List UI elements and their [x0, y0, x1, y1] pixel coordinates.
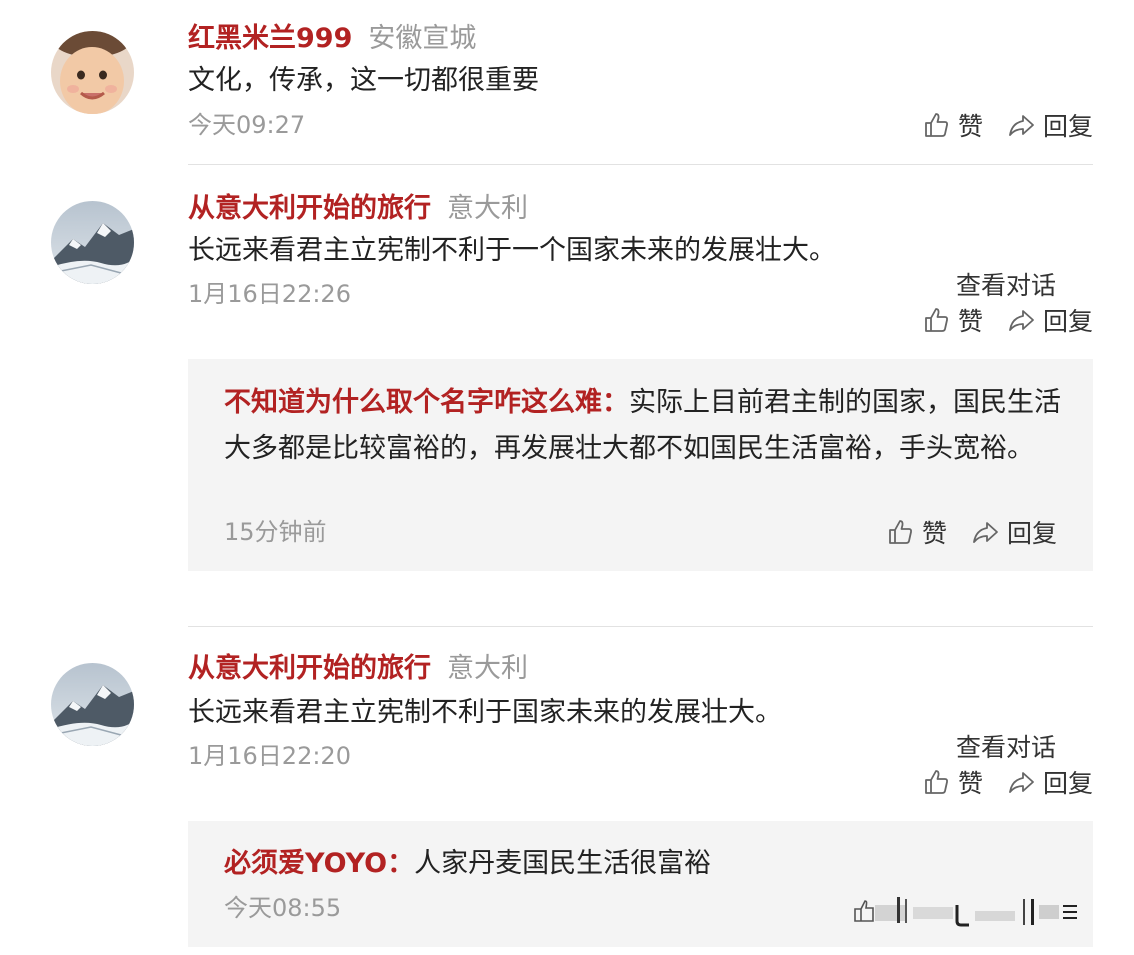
share-arrow-icon [971, 518, 999, 546]
reply-button[interactable]: 回复 [1007, 302, 1093, 338]
comment-time: 今天09:27 [188, 111, 306, 139]
divider [188, 164, 1093, 165]
reply-time: 今天08:55 [224, 894, 342, 922]
reply-actions: 赞 回复 [886, 515, 1057, 549]
like-label: 赞 [957, 307, 983, 336]
comment-actions: 赞 回复 [922, 108, 1093, 142]
like-button[interactable]: 赞 [922, 107, 983, 143]
share-arrow-icon [1007, 111, 1035, 139]
reply-label: 回复 [1042, 769, 1093, 798]
reply-author[interactable]: 不知道为什么取个名字咋这么难： [224, 387, 629, 418]
like-button[interactable]: 赞 [922, 764, 983, 800]
thumbs-up-icon [922, 306, 950, 334]
like-label: 赞 [957, 769, 983, 798]
divider [188, 626, 1093, 627]
avatar[interactable] [51, 31, 134, 114]
glitched-actions-icon [854, 897, 1077, 927]
comment-header: 红黑米兰999 安徽宣城 [188, 22, 476, 56]
like-button[interactable]: 赞 [886, 514, 947, 550]
comment-header: 从意大利开始的旅行 意大利 [188, 192, 528, 226]
reply-content: 必须爱YOYO：人家丹麦国民生活很富裕 [224, 841, 1064, 887]
comment-text: 文化，传承，这一切都很重要 [188, 65, 539, 96]
nested-reply: 不知道为什么取个名字咋这么难：实际上目前君主制的国家，国民生活大多都是比较富裕的… [188, 359, 1093, 571]
avatar[interactable] [51, 663, 134, 746]
nested-reply: 必须爱YOYO：人家丹麦国民生活很富裕 今天08:55 [188, 821, 1093, 947]
reply-button[interactable]: 回复 [1007, 107, 1093, 143]
reply-label: 回复 [1006, 519, 1057, 548]
baby-face-avatar-icon [51, 31, 134, 114]
like-label: 赞 [921, 519, 947, 548]
reply-button[interactable]: 回复 [1007, 764, 1093, 800]
username[interactable]: 从意大利开始的旅行 [188, 653, 431, 684]
comment-header: 从意大利开始的旅行 意大利 [188, 652, 528, 686]
username[interactable]: 红黑米兰999 [188, 23, 352, 54]
share-arrow-icon [1007, 768, 1035, 796]
reply-button[interactable]: 回复 [971, 514, 1057, 550]
comment-text: 长远来看君主立宪制不利于国家未来的发展壮大。 [188, 697, 782, 728]
view-conversation-link[interactable]: 查看对话 [956, 270, 1056, 302]
comment-time: 1月16日22:26 [188, 280, 351, 308]
user-location: 安徽宣城 [368, 23, 477, 54]
thumbs-up-icon [886, 518, 914, 546]
reply-label: 回复 [1042, 307, 1093, 336]
reply-label: 回复 [1042, 112, 1093, 141]
view-conversation-link[interactable]: 查看对话 [956, 732, 1056, 764]
thumbs-up-icon [922, 768, 950, 796]
user-location: 意大利 [447, 653, 528, 684]
comment-text: 长远来看君主立宪制不利于一个国家未来的发展壮大。 [188, 235, 836, 266]
comment-time: 1月16日22:20 [188, 742, 351, 770]
reply-text: 人家丹麦国民生活很富裕 [414, 848, 712, 879]
snowy-mountain-avatar-icon [51, 663, 134, 746]
user-location: 意大利 [447, 193, 528, 224]
thumbs-up-icon [922, 111, 950, 139]
share-arrow-icon [1007, 306, 1035, 334]
reply-content: 不知道为什么取个名字咋这么难：实际上目前君主制的国家，国民生活大多都是比较富裕的… [224, 380, 1064, 472]
snowy-mountain-avatar-icon [51, 201, 134, 284]
avatar[interactable] [51, 201, 134, 284]
comment-actions: 赞 回复 [922, 765, 1093, 799]
comment-actions: 赞 回复 [922, 303, 1093, 337]
like-label: 赞 [957, 112, 983, 141]
reply-author[interactable]: 必须爱YOYO： [224, 848, 414, 879]
reply-time: 15分钟前 [224, 518, 327, 546]
like-button[interactable]: 赞 [922, 302, 983, 338]
username[interactable]: 从意大利开始的旅行 [188, 193, 431, 224]
